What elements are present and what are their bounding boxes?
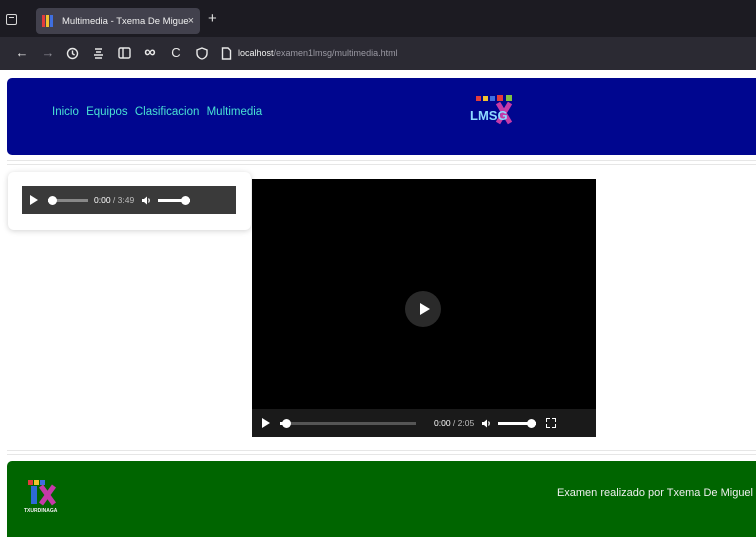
video-duration: 2:05 — [457, 418, 475, 428]
audio-duration: 3:49 — [117, 195, 135, 205]
page-header: Inicio Equipos Clasificacion Multimedia … — [7, 78, 756, 155]
video-play-overlay[interactable] — [405, 291, 441, 327]
fullscreen-icon[interactable] — [546, 418, 557, 428]
video-player[interactable]: 0:00 / 2:05 — [252, 179, 596, 437]
audio-player[interactable]: 0:00 / 3:49 — [22, 186, 236, 214]
divider — [7, 160, 756, 165]
infinity-icon[interactable]: ∞ — [142, 45, 158, 61]
audio-current-time: 0:00 — [94, 195, 111, 205]
history-icon[interactable] — [64, 45, 80, 61]
menu-inicio[interactable]: Inicio — [52, 106, 79, 118]
video-volume-icon[interactable] — [481, 418, 492, 429]
divider — [7, 450, 756, 455]
video-controls: 0:00 / 2:05 — [252, 409, 596, 437]
url-path: /examen1lmsg/multimedia.html — [273, 48, 398, 58]
video-play-icon[interactable] — [262, 418, 270, 428]
audio-volume-slider[interactable] — [158, 195, 191, 205]
tab-list-icon[interactable] — [4, 12, 18, 26]
menu-clasificacion[interactable]: Clasificacion — [135, 106, 200, 118]
audio-time: 0:00 / 3:49 — [94, 195, 135, 205]
video-seek-bar[interactable] — [280, 418, 416, 428]
play-icon — [419, 303, 430, 315]
forward-icon[interactable]: → — [40, 45, 56, 61]
video-time: 0:00 / 2:05 — [434, 418, 475, 428]
back-icon[interactable]: ← — [14, 45, 30, 61]
reload-icon[interactable]: C — [168, 45, 184, 61]
new-tab-icon[interactable]: + — [208, 11, 217, 26]
address-bar[interactable]: localhost/examen1lmsg/multimedia.html — [238, 46, 398, 60]
menu-equipos[interactable]: Equipos — [86, 106, 128, 118]
footer-credit: Examen realizado por Txema De Miguel — [556, 487, 753, 499]
browser-nav-bar: ← → ∞ C localhost/examen1lmsg/multimedia… — [0, 37, 756, 70]
main-menu: Inicio Equipos Clasificacion Multimedia — [52, 106, 266, 118]
extensions-icon[interactable] — [90, 45, 106, 61]
logo-label: TXURDINAGA — [24, 508, 58, 514]
url-host: localhost — [238, 48, 274, 58]
audio-seek-bar[interactable] — [48, 195, 88, 205]
favicon-icon — [42, 15, 56, 27]
sidebar-icon[interactable] — [116, 45, 132, 61]
video-current-time: 0:00 — [434, 418, 451, 428]
video-volume-slider[interactable] — [498, 418, 537, 428]
shield-icon[interactable] — [194, 45, 210, 61]
page-footer: TXURDINAGA Examen realizado por Txema De… — [7, 461, 756, 537]
tab-close-icon[interactable]: × — [188, 15, 194, 27]
page-info-icon[interactable] — [218, 45, 234, 61]
volume-icon[interactable] — [141, 195, 152, 206]
tab-title: Multimedia - Txema De Miguel — [62, 15, 188, 27]
menu-multimedia[interactable]: Multimedia — [207, 106, 263, 118]
lmsg-logo: LMSG — [470, 95, 513, 125]
audio-card: 0:00 / 3:49 — [8, 172, 251, 230]
browser-tab-bar: Multimedia - Txema De Miguel × + — [0, 0, 756, 37]
browser-tab[interactable]: Multimedia - Txema De Miguel × — [36, 8, 200, 34]
svg-text:LMSG: LMSG — [470, 108, 508, 123]
play-icon[interactable] — [30, 195, 38, 205]
